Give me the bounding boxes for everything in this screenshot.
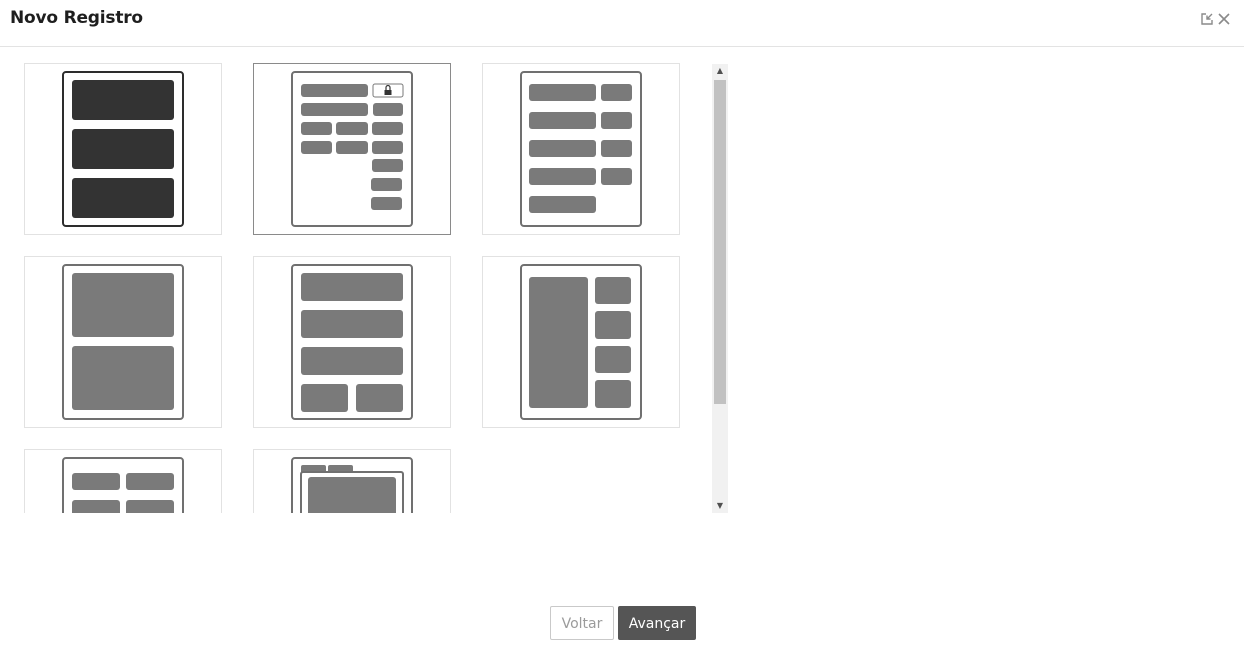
layout-card-two-large-blocks[interactable]	[24, 256, 222, 428]
vertical-scrollbar[interactable]: ▲ ▼	[712, 64, 728, 513]
layout-preview-icon	[291, 71, 413, 227]
dialog-header: Novo Registro	[0, 0, 1244, 47]
layout-card-sidebar-with-tiles[interactable]	[482, 256, 680, 428]
layout-card-two-column-fields[interactable]	[482, 63, 680, 235]
layout-card-grid-two-by-two[interactable]	[24, 449, 222, 513]
scroll-up-arrow-icon[interactable]: ▲	[712, 64, 728, 78]
layout-list	[0, 48, 711, 513]
layout-card-form-fields-with-lock[interactable]	[253, 63, 451, 235]
layout-preview-icon	[62, 264, 184, 420]
scroll-thumb[interactable]	[714, 80, 726, 404]
scroll-down-arrow-icon[interactable]: ▼	[712, 499, 728, 513]
dialog-title: Novo Registro	[10, 8, 143, 28]
layout-preview-icon	[291, 264, 413, 420]
layout-card-rows-with-split-footer[interactable]	[253, 256, 451, 428]
layout-preview-icon	[520, 71, 642, 227]
close-icon[interactable]	[1218, 12, 1232, 26]
next-button[interactable]: Avançar	[618, 606, 696, 640]
layout-preview-icon	[62, 457, 184, 513]
minimize-window-icon[interactable]	[1200, 12, 1214, 26]
layout-card-three-stacked-blocks[interactable]	[24, 63, 222, 235]
layout-preview-icon	[62, 71, 184, 227]
layout-card-tabs-with-panel[interactable]	[253, 449, 451, 513]
layout-preview-icon	[291, 457, 413, 513]
layout-preview-icon	[520, 264, 642, 420]
back-button[interactable]: Voltar	[550, 606, 614, 640]
